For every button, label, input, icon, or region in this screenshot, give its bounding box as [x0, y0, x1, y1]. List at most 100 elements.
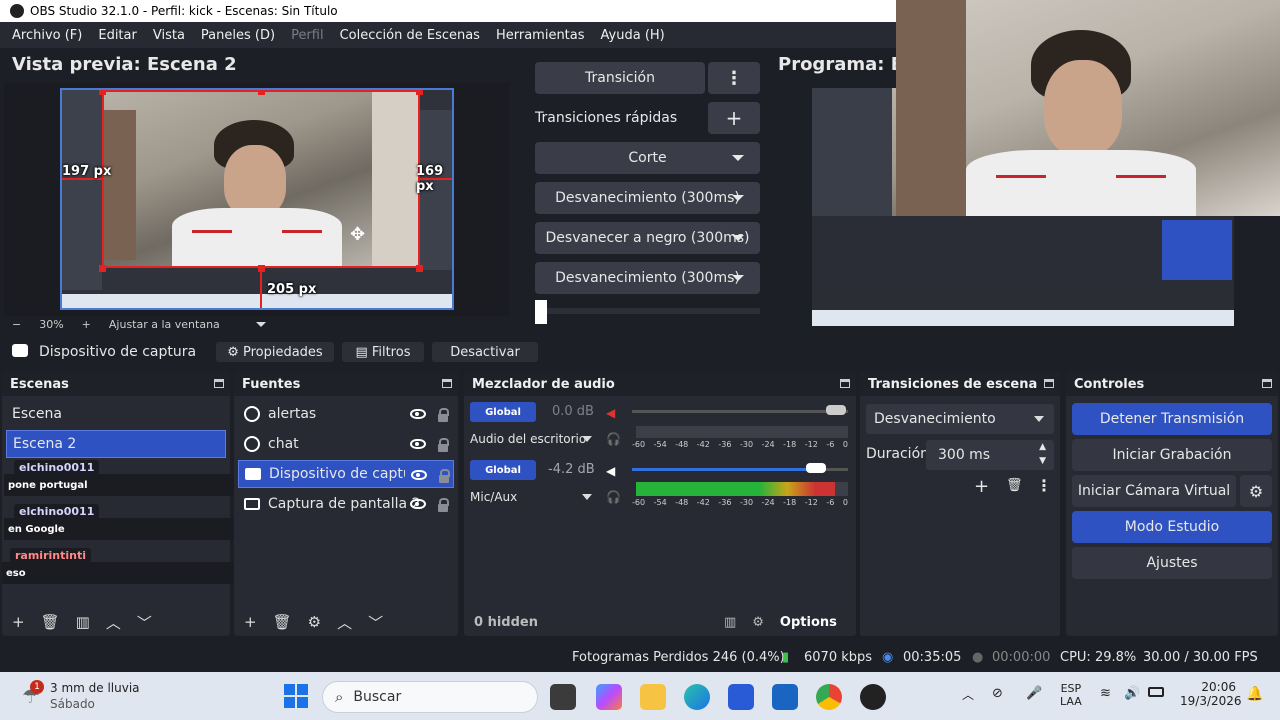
transition-button[interactable]: Transición — [535, 62, 705, 94]
settings-button[interactable]: Ajustes — [1072, 547, 1272, 579]
volume-slider-handle[interactable] — [826, 405, 846, 415]
menu-ayuda[interactable]: Ayuda (H) — [593, 28, 673, 43]
undock-icon[interactable] — [214, 379, 224, 388]
virtual-camera-settings-button[interactable]: ⚙ — [1240, 475, 1272, 507]
chevron-up-icon[interactable]: ▲ — [1039, 442, 1046, 452]
track-badge[interactable]: Global — [470, 402, 536, 422]
quick-transition-1[interactable]: Desvanecimiento (300ms) — [535, 182, 760, 214]
lock-icon[interactable] — [438, 408, 449, 422]
add-quick-transition-button[interactable]: + — [708, 102, 760, 134]
wifi-icon[interactable]: ≋ — [1100, 686, 1111, 701]
chevron-down-icon[interactable]: ﹀ — [137, 612, 152, 633]
transition-select[interactable]: Desvanecimiento — [866, 404, 1054, 434]
eye-icon[interactable] — [410, 499, 426, 509]
language-indicator[interactable]: ESP LAA — [1060, 682, 1082, 708]
notification-bell-icon[interactable]: 🔔 — [1246, 686, 1263, 702]
muted-speaker-icon[interactable]: ◀ — [606, 406, 615, 420]
copilot-icon[interactable] — [596, 684, 622, 710]
chevron-up-icon[interactable]: ︿ — [962, 686, 974, 703]
resize-handle[interactable] — [416, 90, 423, 95]
headphones-icon[interactable]: 🎧 — [606, 432, 621, 446]
trash-icon[interactable]: 🗑 — [41, 613, 60, 631]
chevron-down-icon[interactable] — [582, 494, 592, 500]
undock-icon[interactable] — [840, 379, 850, 388]
source-item-capture[interactable]: Dispositivo de captura — [238, 460, 454, 488]
volume-icon[interactable]: 🔊 — [1124, 686, 1140, 701]
taskbar-search[interactable]: ⌕ Buscar — [322, 681, 538, 713]
lock-icon[interactable] — [439, 469, 450, 483]
source-item-screen[interactable]: Captura de pantalla 2 — [238, 490, 454, 518]
selection-frame[interactable] — [102, 90, 420, 268]
preview-canvas[interactable]: 197 px 169 px 205 px ✥ — [60, 88, 454, 310]
zoom-fit-select[interactable]: Ajustar a la ventana — [109, 318, 220, 331]
menu-vista[interactable]: Vista — [145, 28, 193, 43]
gear-icon[interactable]: ⚙ — [752, 615, 764, 630]
resize-handle[interactable] — [99, 90, 106, 95]
filter-icon[interactable]: ▥ — [76, 613, 90, 631]
volume-slider-handle[interactable] — [806, 463, 826, 473]
quick-transition-2[interactable]: Desvanecer a negro (300ms) — [535, 222, 760, 254]
lock-icon[interactable] — [438, 438, 449, 452]
chevron-down-icon[interactable]: ▼ — [1039, 456, 1046, 466]
network-off-icon[interactable]: ⊘ — [992, 686, 1003, 701]
mixer-options-button[interactable]: Options — [780, 615, 837, 630]
battery-icon[interactable] — [1148, 687, 1164, 697]
add-icon[interactable]: + — [244, 613, 257, 631]
start-recording-button[interactable]: Iniciar Grabación — [1072, 439, 1272, 471]
tbar-slider[interactable] — [535, 300, 547, 324]
menu-herramientas[interactable]: Herramientas — [488, 28, 593, 43]
file-explorer-icon[interactable] — [640, 684, 666, 710]
chevron-down-icon[interactable] — [255, 322, 266, 327]
volume-slider-track[interactable] — [632, 410, 848, 413]
add-icon[interactable]: + — [974, 476, 989, 497]
menu-editar[interactable]: Editar — [90, 28, 145, 43]
trash-icon[interactable]: 🗑 — [1006, 478, 1023, 493]
tbar-track[interactable] — [535, 308, 760, 314]
resize-handle[interactable] — [258, 90, 265, 95]
eye-icon[interactable] — [411, 470, 427, 480]
studio-mode-button[interactable]: Modo Estudio — [1072, 511, 1272, 543]
scene-item-selected[interactable]: Escena 2 — [6, 430, 226, 458]
resize-handle[interactable] — [99, 265, 106, 272]
microphone-icon[interactable]: 🎤 — [1026, 686, 1042, 701]
chevron-down-icon[interactable]: ﹀ — [368, 612, 383, 633]
chrome-icon[interactable] — [816, 684, 842, 710]
menu-perfil[interactable]: Perfil — [283, 28, 332, 43]
filters-button[interactable]: ▤ Filtros — [342, 342, 424, 362]
stop-streaming-button[interactable]: Detener Transmisión — [1072, 403, 1272, 435]
lock-icon[interactable] — [438, 498, 449, 512]
chevron-up-icon[interactable]: ︿ — [337, 612, 352, 633]
undock-icon[interactable] — [442, 379, 452, 388]
windows-start-icon[interactable] — [284, 684, 308, 708]
resize-handle[interactable] — [416, 265, 423, 272]
deactivate-button[interactable]: Desactivar — [432, 342, 538, 362]
scene-item[interactable]: Escena — [6, 400, 226, 428]
more-vertical-icon[interactable]: ⋮ — [1036, 476, 1052, 495]
eye-icon[interactable] — [410, 439, 426, 449]
transition-menu-button[interactable]: ⋮ — [708, 62, 760, 94]
clock[interactable]: 20:06 19/3/2026 — [1180, 680, 1242, 708]
source-item-alertas[interactable]: alertas — [238, 400, 454, 428]
trash-icon[interactable]: 🗑 — [273, 613, 292, 631]
headphones-icon[interactable]: 🎧 — [606, 490, 621, 504]
duration-spinbox[interactable]: 300 ms ▲ ▼ — [926, 440, 1054, 470]
speaker-icon[interactable]: ◀ — [606, 464, 615, 478]
eye-icon[interactable] — [410, 409, 426, 419]
zoom-out-button[interactable]: − — [12, 318, 21, 331]
obs-taskbar-icon[interactable] — [860, 684, 886, 710]
source-item-chat[interactable]: chat — [238, 430, 454, 458]
edge-icon[interactable] — [684, 684, 710, 710]
layout-icon[interactable]: ▥ — [724, 615, 736, 630]
menu-coleccion-escenas[interactable]: Colección de Escenas — [332, 28, 488, 43]
zoom-in-button[interactable]: + — [82, 318, 91, 331]
track-badge[interactable]: Global — [470, 460, 536, 480]
chevron-up-icon[interactable]: ︿ — [106, 612, 121, 633]
store-icon[interactable] — [728, 684, 754, 710]
menu-paneles[interactable]: Paneles (D) — [193, 28, 283, 43]
add-icon[interactable]: + — [12, 613, 25, 631]
menu-archivo[interactable]: Archivo (F) — [4, 28, 90, 43]
properties-button[interactable]: ⚙ Propiedades — [216, 342, 334, 362]
chevron-down-icon[interactable] — [582, 436, 592, 442]
undock-icon[interactable] — [1262, 379, 1272, 388]
outlook-icon[interactable] — [772, 684, 798, 710]
